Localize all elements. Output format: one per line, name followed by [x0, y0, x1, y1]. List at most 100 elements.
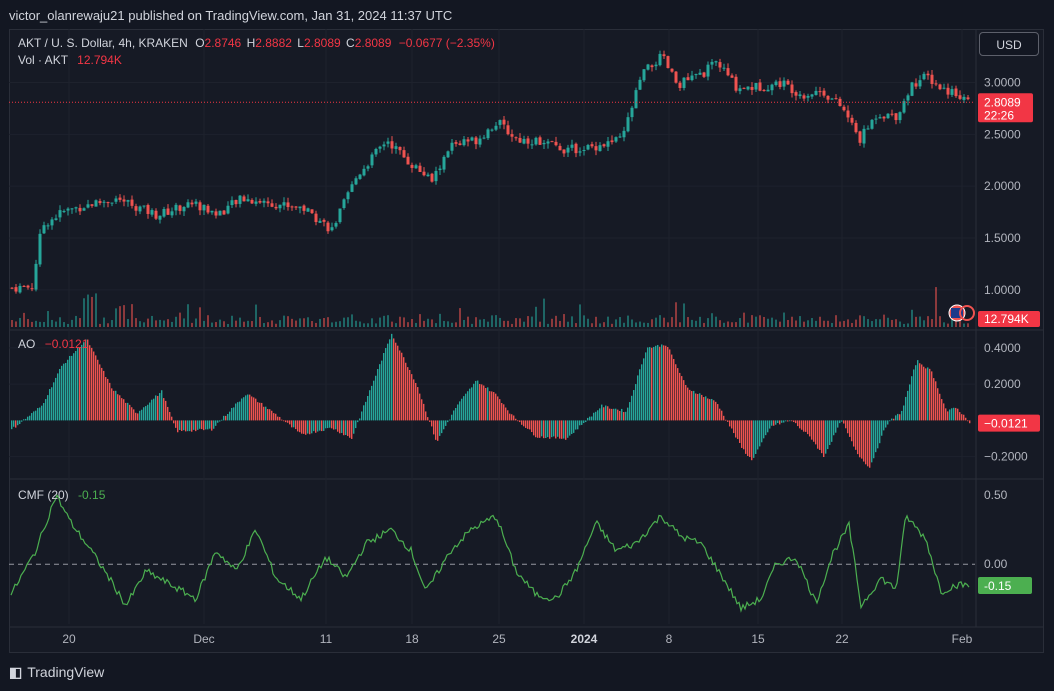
- ao-bar: [787, 420, 789, 422]
- ao-bar: [35, 410, 37, 421]
- ao-bar: [323, 420, 325, 431]
- candle-body: [922, 73, 926, 80]
- ao-bar: [75, 350, 77, 421]
- ao-bar: [65, 362, 67, 421]
- volume-bar: [695, 320, 697, 327]
- candle-body: [566, 147, 570, 153]
- volume-bar: [391, 321, 393, 327]
- candle-body: [30, 288, 34, 290]
- candle-body: [366, 166, 370, 169]
- volume-bar: [447, 321, 449, 327]
- candle-body: [130, 199, 134, 206]
- volume-bar: [523, 321, 525, 327]
- candle-body: [214, 211, 218, 216]
- ao-bar: [563, 420, 565, 439]
- ao-bar: [675, 364, 677, 421]
- volume-bar: [251, 321, 253, 327]
- ao-bar: [103, 370, 105, 421]
- ao-bar: [203, 420, 205, 431]
- candle-body: [470, 137, 474, 141]
- candle-body: [942, 87, 946, 89]
- ao-bar: [483, 385, 485, 421]
- ao-bar: [651, 347, 653, 421]
- candle-body: [502, 119, 506, 125]
- ao-bar: [627, 407, 629, 421]
- ao-bar: [41, 405, 43, 421]
- ao-bar: [121, 398, 123, 421]
- brand-footer: ◧ TradingView: [9, 664, 104, 681]
- volume-label[interactable]: Vol · AKT: [18, 53, 68, 67]
- close-label: C: [346, 36, 355, 50]
- candle-body: [950, 89, 954, 95]
- ao-label[interactable]: AO: [18, 337, 35, 351]
- ao-bar: [363, 405, 365, 421]
- volume-bar: [803, 321, 805, 327]
- volume-bar: [347, 317, 349, 327]
- volume-bar: [507, 320, 509, 327]
- volume-bar: [187, 304, 189, 327]
- candle-body: [606, 141, 610, 147]
- volume-bar: [675, 302, 677, 327]
- volume-bar: [575, 323, 577, 327]
- ao-bar: [355, 420, 357, 429]
- ao-bar: [399, 350, 401, 421]
- volume-bar: [739, 318, 741, 327]
- ao-bar: [485, 388, 487, 421]
- cmf-label[interactable]: CMF (20): [18, 488, 69, 502]
- candle-body: [682, 77, 686, 88]
- candle-body: [322, 219, 326, 222]
- volume-bar: [71, 319, 73, 327]
- volume-bar: [99, 323, 101, 327]
- candle-body: [822, 90, 826, 96]
- volume-bar: [247, 320, 249, 327]
- ao-bar: [593, 412, 595, 421]
- ao-bar: [869, 420, 871, 468]
- candle-body: [258, 201, 262, 203]
- volume-bar: [503, 320, 505, 327]
- ao-bar: [943, 403, 945, 421]
- ao-bar: [575, 420, 577, 430]
- ao-bar: [503, 404, 505, 421]
- volume-bar: [215, 322, 217, 327]
- ao-bar: [859, 420, 861, 458]
- candle-body: [198, 202, 202, 211]
- ao-bar: [49, 389, 51, 421]
- chart-canvas[interactable]: 20 Dec 11 18 25 2024 8 15 22 Feb 3.0000 2.5000 2.000…: [9, 29, 1044, 653]
- volume-bar: [735, 322, 737, 327]
- ao-tick-label: −0.2000: [984, 450, 1028, 464]
- volume-bar: [431, 319, 433, 327]
- ao-bar: [299, 420, 301, 433]
- volume-bar: [787, 320, 789, 327]
- currency-button[interactable]: USD: [979, 32, 1039, 56]
- symbol-label[interactable]: AKT / U. S. Dollar, 4h, KRAKEN: [18, 36, 188, 50]
- candle-body: [886, 113, 890, 119]
- ao-bar: [225, 415, 227, 421]
- ao-bar: [711, 398, 713, 421]
- volume-bar: [827, 320, 829, 327]
- volume-bar: [811, 318, 813, 327]
- candle-body: [362, 168, 366, 176]
- ao-bar: [233, 407, 235, 421]
- ao-bar: [341, 420, 343, 433]
- candle-body: [902, 101, 906, 113]
- ao-bar: [773, 420, 775, 426]
- candle-body: [390, 141, 394, 149]
- ao-bar: [11, 420, 13, 430]
- ao-bar: [129, 404, 131, 421]
- candle-body: [50, 219, 54, 226]
- ao-legend: AO −0.0121: [18, 337, 88, 351]
- volume-bar: [299, 318, 301, 327]
- volume-bar: [499, 317, 501, 327]
- ao-bar: [197, 420, 199, 430]
- ao-bar: [509, 413, 511, 421]
- candle-body: [142, 205, 146, 207]
- volume-bar: [339, 321, 341, 327]
- candle-body: [438, 168, 442, 171]
- volume-bar: [715, 316, 717, 327]
- ao-bar: [245, 395, 247, 421]
- volume-bar: [131, 304, 133, 327]
- ao-bar: [957, 408, 959, 421]
- ao-bar: [89, 345, 91, 421]
- volume-bar: [163, 320, 165, 327]
- ao-bar: [29, 415, 31, 421]
